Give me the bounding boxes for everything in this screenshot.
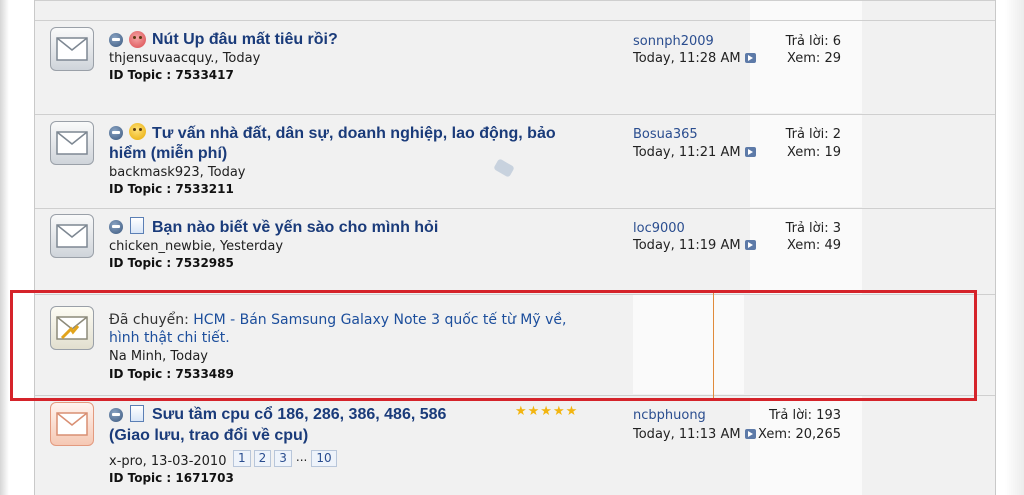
status-dot-icon [109,408,123,422]
envelope-icon [50,214,94,258]
envelope-icon [50,27,94,71]
document-icon [130,217,144,234]
smile-face-icon [129,123,146,140]
thread-title[interactable]: Bạn nào biết về yến sào cho mình hỏi [152,218,438,238]
view-count: Xem: 19 [786,145,841,160]
reply-count: Trả lời: 193 [769,408,841,423]
topic-id: ID Topic : 7533417 [109,68,234,82]
left-page-shadow [0,0,9,495]
last-post-time: Today, 11:19 AM [633,238,756,253]
last-poster[interactable]: Bosua365 [633,127,698,142]
thread-title-continued[interactable]: (Giao lưu, trao đổi về cpu) [109,426,308,446]
right-page-shadow [1005,0,1024,495]
status-dot-icon [109,33,123,47]
last-post-time: Today, 11:21 AM [633,145,756,160]
page-link[interactable]: 2 [253,450,272,467]
thread-title[interactable]: Tư vấn nhà đất, dân sự, doanh nghiệp, la… [152,124,556,144]
last-post-time: Today, 11:28 AM [633,51,756,66]
view-count: Xem: 29 [786,51,841,66]
document-icon [130,405,144,422]
angry-face-icon [129,31,146,48]
last-poster[interactable]: ncbphuong [633,408,706,423]
envelope-icon [50,121,94,165]
hot-envelope-icon [50,402,94,446]
thread-title-continued[interactable]: hiểm (miễn phí) [109,144,227,164]
status-dot-icon [109,126,123,140]
goto-last-post-icon[interactable] [744,429,756,439]
page-link[interactable]: 1 [233,450,251,467]
thread-title[interactable]: Sưu tầm cpu cổ 186, 286, 386, 486, 586 [152,405,446,425]
reply-count: Trả lời: 2 [785,127,841,142]
topic-id: ID Topic : 7532985 [109,256,234,270]
thread-row-partial [35,0,995,20]
rating-stars: ★★★★★ [515,404,579,419]
view-count: Xem: 20,265 [758,427,841,442]
thread-starter[interactable]: chicken_newbie, Yesterday [109,239,283,255]
goto-last-post-icon[interactable] [744,53,756,63]
thread-title[interactable]: Nút Up đâu mất tiêu rồi? [152,30,338,50]
status-dot-icon [109,220,123,234]
reply-count: Trả lời: 3 [785,221,841,236]
thread-starter[interactable]: backmask923, Today [109,165,246,181]
thread-pagination: 1 2 3 ... 10 [233,450,337,467]
goto-last-post-icon[interactable] [744,240,756,250]
last-poster[interactable]: loc9000 [633,221,685,236]
thread-starter[interactable]: thjensuvaacquy., Today [109,51,260,67]
topic-id: ID Topic : 1671703 [109,471,234,485]
last-post-time: Today, 11:13 AM [633,427,756,442]
highlight-box [10,290,977,401]
goto-last-post-icon[interactable] [744,147,756,157]
last-poster[interactable]: sonnph2009 [633,34,714,49]
reply-count: Trả lời: 6 [785,34,841,49]
view-count: Xem: 49 [786,238,841,253]
thread-starter[interactable]: x-pro, 13-03-2010 [109,454,226,470]
page-link[interactable]: 3 [274,450,292,467]
page-link[interactable]: 10 [311,450,337,467]
page-ellipsis: ... [295,450,308,464]
topic-id: ID Topic : 7533211 [109,182,234,196]
